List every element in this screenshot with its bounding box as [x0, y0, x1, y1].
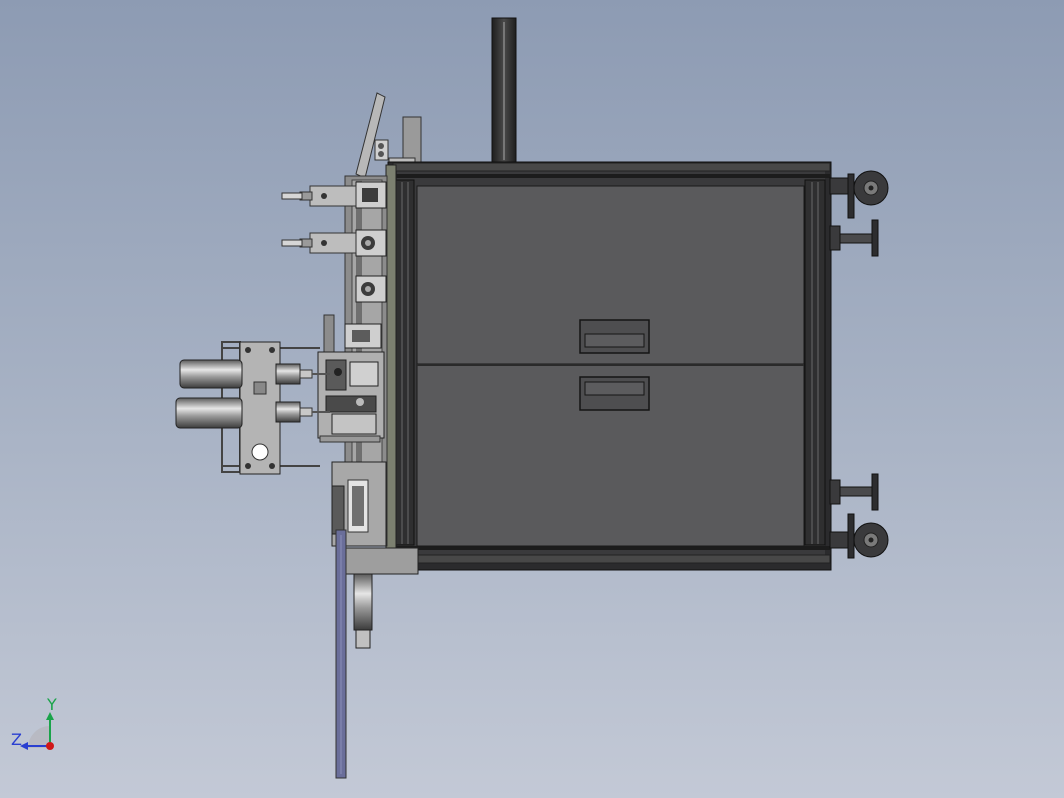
bottom-cylinder[interactable] [353, 573, 373, 649]
module-row-3[interactable] [355, 275, 387, 303]
caster-wheel-bottom[interactable] [829, 513, 889, 559]
x-axis-origin-icon [46, 742, 54, 750]
module-row-2[interactable] [281, 229, 387, 257]
triad-y-label: Y [46, 695, 57, 714]
leveling-foot-top[interactable] [829, 219, 879, 257]
caster-wheel-top[interactable] [829, 170, 889, 219]
cad-viewport[interactable]: Y Z [0, 0, 1064, 798]
module-row-1[interactable] [281, 181, 387, 209]
leveling-foot-bottom[interactable] [829, 473, 879, 511]
triad-z-label: Z [11, 730, 22, 749]
lower-drawer-handle[interactable] [579, 376, 650, 411]
vertical-guide-rail[interactable] [335, 529, 347, 779]
top-profile-post[interactable] [491, 17, 517, 165]
upper-drawer-handle[interactable] [579, 319, 650, 354]
cabinet[interactable] [385, 161, 832, 571]
tilted-handle[interactable] [355, 92, 389, 179]
top-bracket[interactable] [388, 116, 422, 166]
coordinate-triad: Y Z [11, 695, 57, 750]
central-assembly[interactable] [317, 351, 385, 443]
